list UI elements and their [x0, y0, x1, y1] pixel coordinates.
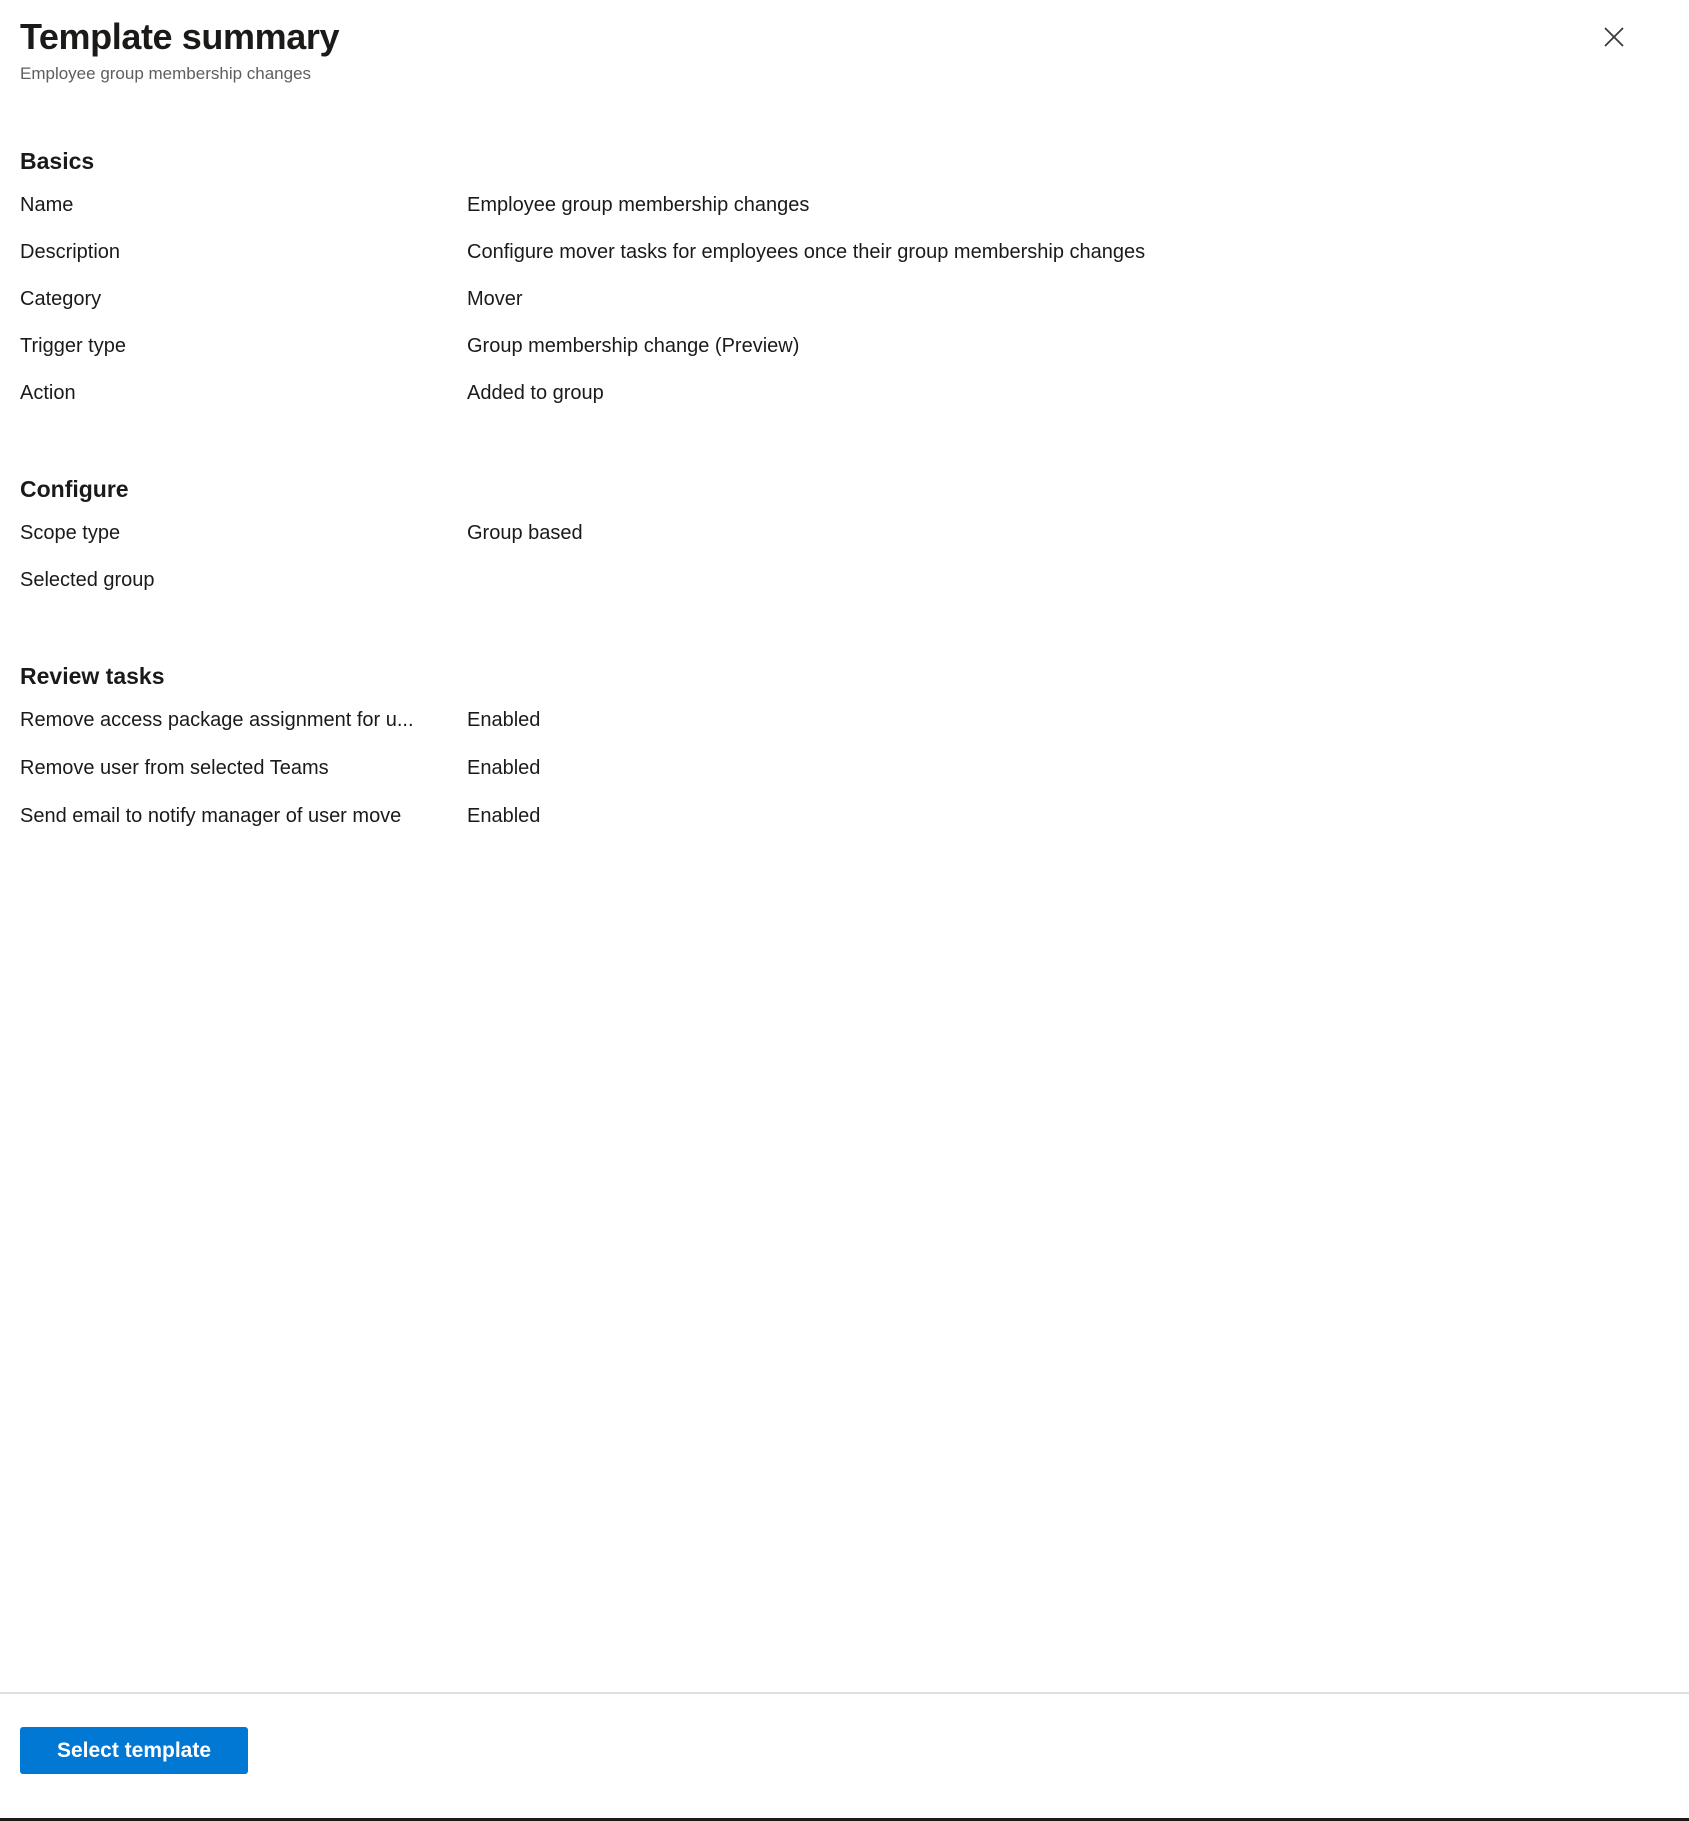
row-value: Enabled — [467, 709, 541, 731]
summary-row: Scope type Group based — [20, 520, 1669, 567]
row-value: Mover — [467, 288, 523, 310]
row-value: Employee group membership changes — [467, 194, 810, 216]
section-basics: Basics Name Employee group membership ch… — [20, 86, 1669, 427]
section-title-configure: Configure — [20, 476, 129, 502]
row-value: Configure mover tasks for employees once… — [467, 241, 1146, 263]
row-value: Added to group — [467, 382, 604, 404]
panel-footer: Select template — [0, 1692, 1689, 1818]
close-icon — [1601, 24, 1627, 50]
section-title-basics: Basics — [20, 148, 95, 174]
configure-rows: Scope type Group based Selected group — [20, 520, 1669, 614]
section-configure: Configure Scope type Group based Selecte… — [20, 427, 1669, 614]
row-label: Send email to notify manager of user mov… — [20, 805, 402, 827]
row-label: Remove access package assignment for u..… — [20, 709, 414, 731]
row-label: Scope type — [20, 522, 121, 544]
summary-row: Name Employee group membership changes — [20, 192, 1669, 239]
row-value: Enabled — [467, 805, 541, 827]
page-subtitle: Employee group membership changes — [20, 64, 312, 83]
template-summary-panel: Template summary Employee group membersh… — [0, 0, 1689, 1821]
section-title-review-tasks: Review tasks — [20, 663, 165, 689]
row-value: Group based — [467, 522, 583, 544]
summary-row: Category Mover — [20, 286, 1669, 333]
row-label: Action — [20, 382, 76, 404]
select-template-button[interactable]: Select template — [20, 1727, 248, 1774]
panel-header: Template summary Employee group membersh… — [0, 0, 1689, 86]
summary-row: Send email to notify manager of user mov… — [20, 803, 1669, 851]
row-label: Name — [20, 194, 74, 216]
summary-row: Remove access package assignment for u..… — [20, 707, 1669, 755]
row-value: Group membership change (Preview) — [467, 335, 800, 357]
row-label: Trigger type — [20, 335, 126, 357]
row-label: Selected group — [20, 569, 155, 591]
summary-row: Description Configure mover tasks for em… — [20, 239, 1669, 286]
basics-rows: Name Employee group membership changes D… — [20, 192, 1669, 427]
review-tasks-rows: Remove access package assignment for u..… — [20, 707, 1669, 851]
summary-row: Remove user from selected Teams Enabled — [20, 755, 1669, 803]
row-value: Enabled — [467, 757, 541, 779]
row-label: Description — [20, 241, 121, 263]
summary-row: Selected group — [20, 567, 1669, 614]
summary-row: Trigger type Group membership change (Pr… — [20, 333, 1669, 380]
section-review-tasks: Review tasks Remove access package assig… — [20, 614, 1669, 851]
row-label: Remove user from selected Teams — [20, 757, 329, 779]
panel-body: Basics Name Employee group membership ch… — [0, 86, 1689, 1692]
page-title: Template summary — [20, 16, 340, 57]
summary-row: Action Added to group — [20, 380, 1669, 427]
row-label: Category — [20, 288, 102, 310]
close-button[interactable] — [1594, 17, 1634, 57]
